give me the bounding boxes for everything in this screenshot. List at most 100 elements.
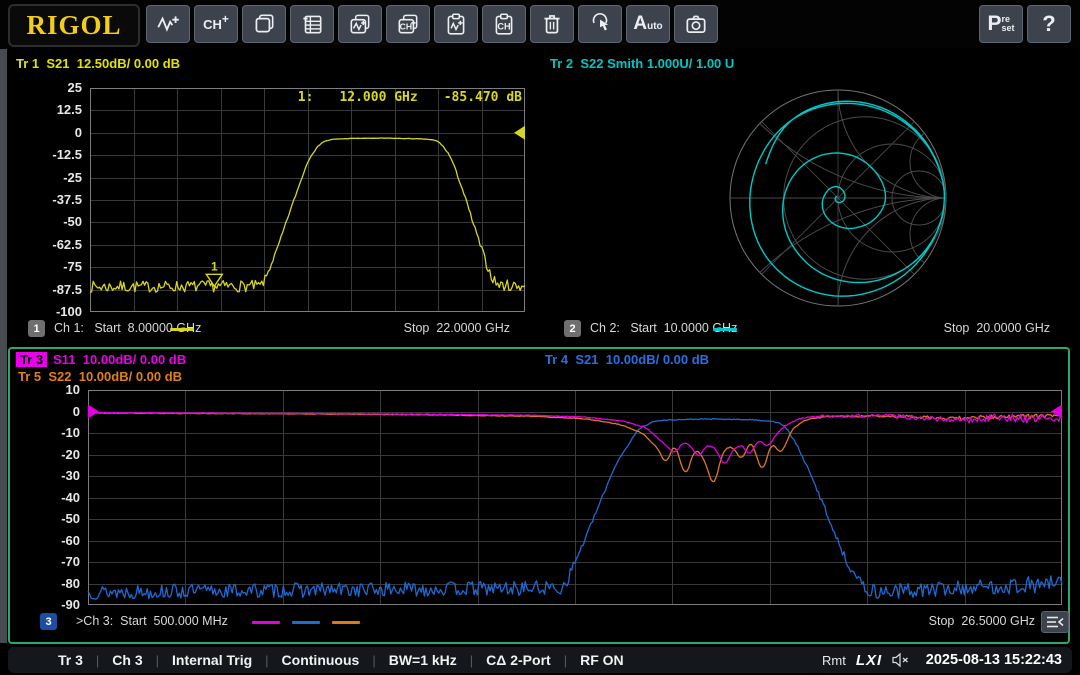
tr4-header[interactable]: Tr 4 S21 10.00dB/ 0.00 dB [545, 352, 709, 367]
status-separator: | [265, 653, 268, 668]
y-axis-tick-label: -20 [20, 447, 80, 463]
ch2-stop-text: Stop 20.0000 GHz [900, 321, 1050, 335]
tr1-measurement: S21 [46, 56, 69, 71]
channel2-badge-label: 2 [569, 323, 575, 335]
status-item[interactable]: RF ON [580, 652, 624, 668]
ch3-stop-label: Stop [929, 614, 955, 628]
tr3-measurement: S11 [53, 352, 75, 367]
tr3-scale: 10.00dB/ 0.00 dB [83, 352, 186, 367]
tr4-color-swatch [292, 621, 320, 624]
window-menu-icon [1046, 615, 1064, 629]
status-separator: | [96, 653, 99, 668]
ch2-start-label: Start [630, 321, 656, 335]
preset-button[interactable]: Preset [979, 5, 1023, 43]
touch-icon [587, 11, 613, 37]
y-axis-tick-label: -25 [22, 170, 82, 186]
reference-level-arrow[interactable] [88, 405, 99, 419]
y-axis-tick-label: -70 [20, 554, 80, 570]
status-separator: | [470, 653, 473, 668]
status-item[interactable]: Ch 3 [112, 652, 142, 668]
tr1-header[interactable]: Tr 1 S21 12.50dB/ 0.00 dB [16, 56, 180, 71]
delete-button[interactable] [530, 5, 574, 43]
rigol-logo-text: RIGOL [26, 10, 121, 41]
window-trace-add-icon [347, 11, 373, 37]
ch3-plot [88, 390, 1062, 605]
preset-label-main: P [987, 12, 1001, 36]
add-channel-window-button[interactable]: CH [386, 5, 430, 43]
left-edge-strip [0, 49, 7, 643]
paste-trace-button[interactable] [434, 5, 478, 43]
status-item[interactable]: Tr 3 [58, 652, 83, 668]
status-separator: | [156, 653, 159, 668]
tr4-label: Tr 4 [545, 352, 568, 367]
tr2-header[interactable]: Tr 2 S22 Smith 1.000U/ 1.00 U [550, 56, 734, 71]
status-item[interactable]: Continuous [282, 652, 360, 668]
reference-level-arrow[interactable] [514, 126, 525, 140]
icon-ch-text: CH [497, 21, 511, 31]
trace-add-icon [155, 11, 181, 37]
tr1-plot: 1 [90, 88, 525, 312]
toolbar: RIGOL CH+ [0, 0, 1080, 48]
tr1-marker-readout: 1: 12.000 GHz -85.470 dB [250, 90, 522, 105]
tr1-scale: 12.50dB/ 0.00 dB [77, 56, 180, 71]
preset-label-sub-bottom: set [1002, 24, 1015, 33]
tr2-smith-plot [720, 85, 956, 311]
ch2-stop-value: 20.0000 GHz [976, 321, 1050, 335]
y-axis-tick-label: -10 [20, 425, 80, 441]
window-layout-button[interactable] [242, 5, 286, 43]
tr2-measurement: S22 Smith [580, 56, 643, 71]
auto-scale-button[interactable]: Auto [626, 5, 670, 43]
tr1-color-swatch [170, 328, 194, 331]
add-channel-button[interactable]: CH+ [194, 5, 238, 43]
ch2-stop-label: Stop [944, 321, 970, 335]
status-item[interactable]: CΔ 2-Port [486, 652, 551, 668]
tr2-scale: 1.000U/ 1.00 U [647, 56, 734, 71]
status-panel-left[interactable]: Tr 3 | Ch 3 | Internal Trig | Continuous | BW=1 … [8, 647, 856, 673]
screenshot-button[interactable] [674, 5, 718, 43]
datetime: 2025-08-13 15:22:43 [926, 652, 1062, 668]
tr3-header[interactable]: Tr 3S11 10.00dB/ 0.00 dB [16, 352, 186, 367]
ch1-stop-label: Stop [404, 321, 430, 335]
y-axis-tick-label: 0 [22, 125, 82, 141]
y-axis-tick-label: -87.5 [22, 282, 82, 298]
y-axis-tick-label: -12.5 [22, 147, 82, 163]
plus-glyph: + [222, 12, 229, 26]
tr5-color-swatch [332, 621, 360, 624]
tr4-scale: 10.00dB/ 0.00 dB [606, 352, 709, 367]
add-trace-button[interactable] [146, 5, 190, 43]
status-item[interactable]: BW=1 kHz [389, 652, 457, 668]
y-axis-tick-label: 0 [20, 404, 80, 420]
paste-channel-button[interactable]: CH [482, 5, 526, 43]
channel3-badge-label: 3 [45, 616, 51, 628]
add-trace-window-button[interactable] [338, 5, 382, 43]
help-label: ? [1042, 11, 1055, 37]
channel1-badge[interactable]: 1 [28, 320, 45, 337]
auto-label-sub: uto [647, 21, 663, 32]
y-axis-tick-label: -62.5 [22, 237, 82, 253]
ch1-label: Ch 1: [54, 321, 84, 335]
speaker-muted-icon [892, 653, 909, 667]
trace-s21 [90, 138, 525, 293]
tr2-color-swatch [713, 328, 737, 331]
channel2-badge[interactable]: 2 [564, 320, 581, 337]
auto-label-main: A [633, 13, 647, 35]
tr3-color-swatch [252, 621, 280, 624]
ch3-start-value: 500.000 MHz [154, 614, 228, 628]
tr1-label: Tr 1 [16, 56, 39, 71]
y-axis-tick-label: -100 [22, 304, 82, 320]
status-item[interactable]: Internal Trig [172, 652, 252, 668]
add-table-button[interactable] [290, 5, 334, 43]
tr4-measurement: S21 [575, 352, 598, 367]
window-menu-button[interactable] [1041, 611, 1069, 633]
trash-icon [539, 11, 565, 37]
tr2-label: Tr 2 [550, 56, 573, 71]
touch-button[interactable] [578, 5, 622, 43]
ch2-label: Ch 2: [590, 321, 620, 335]
status-panel-right[interactable]: Rmt LXI 2025-08-13 15:22:43 [812, 647, 1072, 673]
window-channel-add-icon: CH [395, 11, 421, 37]
grid [90, 88, 525, 312]
channel3-badge[interactable]: 3 [40, 613, 57, 630]
y-axis-tick-label: 12.5 [22, 102, 82, 118]
status-separator: | [564, 653, 567, 668]
help-button[interactable]: ? [1027, 5, 1071, 43]
